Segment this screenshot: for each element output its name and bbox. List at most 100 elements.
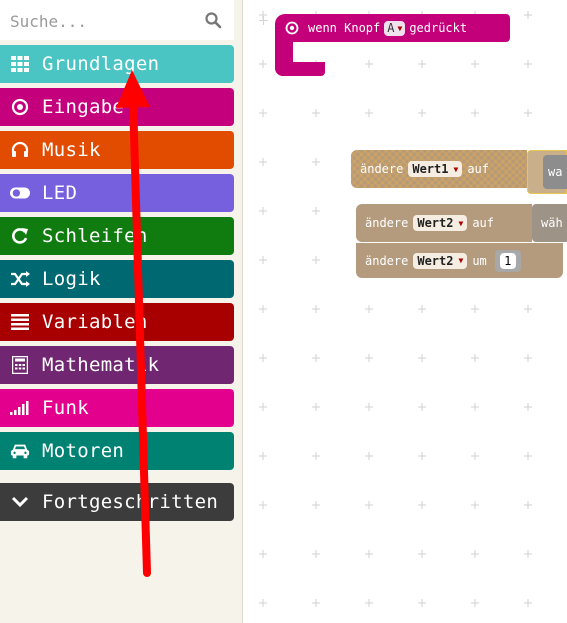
category-label: Eingabe (42, 96, 125, 118)
search-box (0, 0, 234, 40)
block-suffix: auf (467, 162, 489, 176)
block-suffix: auf (472, 216, 494, 230)
grid-cross (365, 452, 373, 460)
list-icon (10, 312, 30, 332)
variable-dropdown[interactable]: Wert2 ▼ (413, 252, 468, 269)
calculator-icon (10, 355, 30, 375)
grid-cross (259, 501, 267, 509)
grid-cross (312, 158, 320, 166)
grid-cross (259, 550, 267, 558)
grid-cross (365, 403, 373, 411)
grid-cross (312, 207, 320, 215)
set-variable-block[interactable]: ändere Wert1 ▼ auf (351, 150, 527, 188)
category-label: Grundlagen (42, 53, 160, 75)
grid-cross (471, 403, 479, 411)
category-label: Variablen (42, 311, 148, 333)
headphones-icon (10, 140, 30, 160)
grid-cross (259, 305, 267, 313)
grid-cross (312, 305, 320, 313)
value-slot[interactable]: wa (543, 155, 567, 189)
target-icon (285, 21, 299, 35)
button-dropdown[interactable]: A ▼ (384, 20, 406, 36)
grid-cross (312, 256, 320, 264)
block-prefix: ändere (360, 162, 404, 176)
category-funk[interactable]: Funk (0, 389, 234, 427)
number-input[interactable]: 1 (499, 252, 516, 269)
grid-cross (418, 305, 426, 313)
grid-cross (471, 305, 479, 313)
grid-cross (418, 403, 426, 411)
block-prefix: ändere (365, 216, 409, 230)
grid-cross (524, 109, 532, 117)
variable-dropdown[interactable]: Wert1 ▼ (408, 161, 463, 177)
number-socket[interactable]: 1 (494, 249, 521, 272)
category-label: Motoren (42, 440, 125, 462)
grid-cross (418, 452, 426, 460)
grid-cross (471, 452, 479, 460)
grid-cross (524, 501, 532, 509)
grid-cross (524, 305, 532, 313)
grid-cross (259, 256, 267, 264)
toolbox: Grundlagen Eingabe Musik LED Schleifen L… (0, 0, 243, 623)
grid-cross (365, 109, 373, 117)
grid-cross (259, 158, 267, 166)
dropdown-arrow-icon: ▼ (397, 23, 403, 33)
category-label: Funk (42, 397, 89, 419)
category-eingabe[interactable]: Eingabe (0, 88, 234, 126)
category-logik[interactable]: Logik (0, 260, 234, 298)
category-led[interactable]: LED (0, 174, 234, 212)
workspace-grid (259, 11, 532, 607)
grid-cross (365, 501, 373, 509)
variable-dropdown[interactable]: Wert2 ▼ (413, 215, 468, 231)
grid-cross (365, 354, 373, 362)
shuffle-icon (10, 269, 30, 289)
grid-cross (524, 599, 532, 607)
button-dropdown-value: A (387, 21, 395, 35)
search-icon[interactable] (204, 11, 222, 29)
category-motoren[interactable]: Motoren (0, 432, 234, 470)
set-variable-block[interactable]: ändere Wert2 ▼ auf (356, 204, 532, 242)
value-slot[interactable]: wäh (532, 204, 567, 242)
event-block-suffix: gedrückt (409, 21, 468, 35)
variable-dropdown-value: Wert2 (417, 253, 454, 268)
grid-cross (312, 501, 320, 509)
chevron-down-icon (10, 492, 30, 512)
event-block-foot (275, 62, 325, 76)
loop-icon (10, 226, 30, 246)
category-grundlagen[interactable]: Grundlagen (0, 45, 234, 83)
variable-dropdown-value: Wert2 (417, 216, 454, 230)
change-variable-block[interactable]: ändere Wert2 ▼ um 1 (356, 243, 563, 278)
category-label: Musik (42, 139, 101, 161)
category-mathematik[interactable]: Mathematik (0, 346, 234, 384)
event-block-button-pressed[interactable]: wenn Knopf A ▼ gedrückt (275, 14, 510, 42)
dropdown-arrow-icon: ▼ (458, 218, 464, 228)
category-musik[interactable]: Musik (0, 131, 234, 169)
category-variablen[interactable]: Variablen (0, 303, 234, 341)
grid-cross (312, 550, 320, 558)
car-icon (10, 441, 30, 461)
grid-cross (312, 109, 320, 117)
block-suffix: um (472, 253, 487, 268)
category-fortgeschritten[interactable]: Fortgeschritten (0, 483, 234, 521)
search-input[interactable] (8, 6, 197, 36)
grid-cross (418, 109, 426, 117)
grid-cross (524, 60, 532, 68)
toggle-icon (10, 183, 30, 203)
grid-cross (312, 354, 320, 362)
grid-cross (259, 599, 267, 607)
workspace[interactable] (243, 0, 567, 623)
category-label: Logik (42, 268, 101, 290)
grid-cross (365, 599, 373, 607)
grid-cross (418, 550, 426, 558)
grid-cross (471, 109, 479, 117)
grid-cross (471, 550, 479, 558)
grid-cross (418, 599, 426, 607)
grid-cross (524, 452, 532, 460)
grid-cross (471, 599, 479, 607)
category-schleifen[interactable]: Schleifen (0, 217, 234, 255)
grid-cross (259, 452, 267, 460)
variable-dropdown-value: Wert1 (412, 162, 449, 176)
category-label: LED (42, 182, 78, 204)
grid-icon (10, 54, 30, 74)
grid-cross (365, 305, 373, 313)
